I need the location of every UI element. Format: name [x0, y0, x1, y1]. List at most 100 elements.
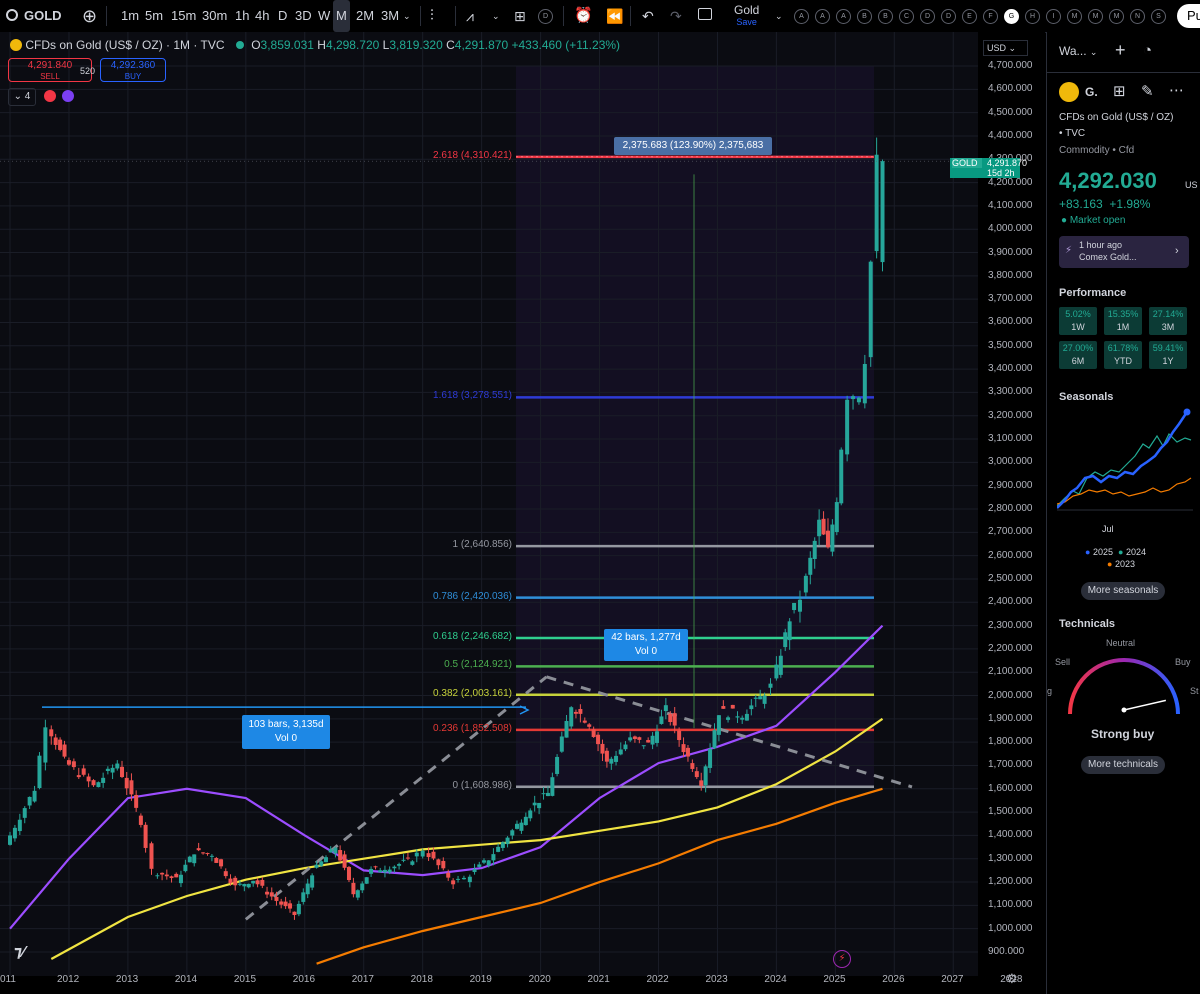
- interval-d[interactable]: D: [275, 0, 290, 32]
- interval-1h[interactable]: 1h: [232, 0, 252, 32]
- grid-icon[interactable]: ⊞: [1113, 82, 1126, 100]
- more-technicals-button[interactable]: More technicals: [1081, 756, 1165, 774]
- interval-3m[interactable]: 3M: [378, 0, 402, 32]
- ai-assistant-icon[interactable]: [62, 90, 74, 102]
- performance-cell[interactable]: 61.78% YTD: [1104, 341, 1142, 369]
- price-axis-label: 2,100.000: [988, 666, 1033, 678]
- more-options-icon[interactable]: ⋯: [1169, 81, 1184, 99]
- layout-dropdown-icon[interactable]: ⌄: [775, 0, 783, 32]
- watch-symbol-s-icon[interactable]: S: [1151, 9, 1166, 24]
- performance-cell[interactable]: 15.35% 1M: [1104, 307, 1142, 335]
- alert-flag-icon[interactable]: [44, 90, 56, 102]
- interval-15m[interactable]: 15m: [168, 0, 199, 32]
- panel-menu-icon[interactable]: ◔: [1143, 42, 1152, 59]
- indicators-toggle[interactable]: ⌄ 4: [8, 88, 36, 106]
- watch-symbol-d-icon[interactable]: D: [941, 9, 956, 24]
- redo-icon[interactable]: ↷: [670, 0, 682, 32]
- legend-low: 3,819.320: [389, 38, 443, 52]
- price-chart[interactable]: [0, 32, 1045, 994]
- fib-label: 1.618 (3,278.551): [433, 390, 512, 402]
- watch-symbol-b-icon[interactable]: B: [857, 9, 872, 24]
- fullscreen-icon[interactable]: [698, 0, 712, 32]
- watch-symbol-i-icon[interactable]: I: [1046, 9, 1061, 24]
- panel-currency: US: [1185, 180, 1198, 190]
- axis-settings-icon[interactable]: ⚙: [1006, 971, 1018, 987]
- add-symbol-icon[interactable]: +: [1115, 40, 1126, 61]
- candle-body: [86, 776, 91, 782]
- symbol-label: GOLD: [24, 8, 62, 23]
- gauge-pivot: [1121, 707, 1127, 713]
- candle-body: [758, 696, 763, 700]
- measure-left-label: 103 bars, 3,135d Vol 0: [242, 715, 330, 749]
- watch-symbol-h-icon[interactable]: H: [1025, 9, 1040, 24]
- templates-icon[interactable]: ⊞: [514, 0, 526, 32]
- panel-symbol[interactable]: G.: [1085, 85, 1098, 99]
- interval-3d[interactable]: 3D: [292, 0, 315, 32]
- watchlist-selector[interactable]: Wa... ⌄: [1059, 44, 1097, 58]
- symbol-search[interactable]: GOLD: [6, 0, 62, 32]
- interval-1m[interactable]: 1m: [118, 0, 142, 32]
- candle-body: [690, 763, 695, 769]
- candle-body: [817, 519, 822, 537]
- interval-2m[interactable]: 2M: [353, 0, 377, 32]
- chart-area[interactable]: CFDs on Gold (US$ / OZ) · 1M · TVC O3,85…: [0, 32, 1045, 994]
- watch-symbol-b-icon[interactable]: B: [878, 9, 893, 24]
- undo-icon[interactable]: ↶: [642, 0, 654, 32]
- candle-body: [834, 502, 839, 532]
- watch-symbol-n-icon[interactable]: N: [1130, 9, 1145, 24]
- interval-5m[interactable]: 5m: [142, 0, 166, 32]
- watch-symbol-m-icon[interactable]: M: [1088, 9, 1103, 24]
- currency-selector[interactable]: USD ⌄: [983, 40, 1028, 56]
- watch-symbol-e-icon[interactable]: E: [962, 9, 977, 24]
- interval-m[interactable]: M: [333, 0, 350, 32]
- watch-symbol-f-icon[interactable]: F: [983, 9, 998, 24]
- watch-symbol-g-icon[interactable]: G: [1004, 9, 1019, 24]
- gold-logo-icon: [1059, 82, 1079, 102]
- more-seasonals-button[interactable]: More seasonals: [1081, 582, 1165, 600]
- candle-body: [792, 602, 797, 611]
- performance-cell[interactable]: 27.00% 6M: [1059, 341, 1097, 369]
- chart-legend: CFDs on Gold (US$ / OZ) · 1M · TVC O3,85…: [10, 38, 620, 52]
- sell-price: 4,291.840: [27, 60, 73, 71]
- fib-label: 1 (2,640.856): [452, 539, 513, 551]
- candle-body: [160, 872, 165, 875]
- indicators-dropdown-icon[interactable]: ⌄: [492, 0, 500, 32]
- alert-icon[interactable]: ⏰: [574, 0, 593, 32]
- publish-button[interactable]: Pul: [1177, 4, 1200, 28]
- interval-30m[interactable]: 30m: [199, 0, 230, 32]
- chart-type-icon[interactable]: ⫶: [430, 0, 434, 32]
- lightning-icon[interactable]: ⚡: [833, 950, 851, 968]
- watch-symbol-a-icon[interactable]: A: [836, 9, 851, 24]
- candle-body: [555, 756, 560, 774]
- market-status: ● Market open: [1061, 215, 1126, 226]
- performance-cell[interactable]: 5.02% 1W: [1059, 307, 1097, 335]
- watch-symbol-m-icon[interactable]: M: [1109, 9, 1124, 24]
- price-axis-label: 1,300.000: [988, 852, 1033, 864]
- replay-icon[interactable]: ⏪: [606, 0, 623, 32]
- time-axis-label: 2019: [469, 974, 492, 985]
- interval-dropdown-icon[interactable]: ⌄: [403, 0, 411, 32]
- currency-label: USD: [987, 43, 1007, 53]
- price-axis-label: 3,900.000: [988, 246, 1033, 258]
- candle-body: [668, 713, 673, 723]
- news-card[interactable]: ⚡ 1 hour ago Comex Gold... ›: [1059, 236, 1189, 268]
- watch-symbol-d-icon[interactable]: D: [920, 9, 935, 24]
- more-seasonals-label: More seasonals: [1087, 585, 1159, 596]
- seasonals-chart[interactable]: [1057, 406, 1193, 516]
- watch-symbol-a-icon[interactable]: A: [815, 9, 830, 24]
- compare-symbol-icon[interactable]: ⊕: [82, 0, 97, 32]
- candle-body: [481, 860, 486, 863]
- performance-cell[interactable]: 27.14% 3M: [1149, 307, 1187, 335]
- edit-note-icon[interactable]: ✎: [1141, 82, 1154, 100]
- layout-d-icon[interactable]: D: [538, 9, 553, 24]
- candle-body: [596, 734, 601, 745]
- interval-4h[interactable]: 4h: [252, 0, 272, 32]
- indicators-icon[interactable]: ⩘: [466, 0, 474, 32]
- buy-button[interactable]: 4,292.360 BUY: [100, 58, 166, 82]
- interval-w[interactable]: W: [315, 0, 333, 32]
- candle-body: [58, 739, 63, 750]
- performance-cell[interactable]: 59.41% 1Y: [1149, 341, 1187, 369]
- watch-symbol-a-icon[interactable]: A: [794, 9, 809, 24]
- watch-symbol-c-icon[interactable]: C: [899, 9, 914, 24]
- watch-symbol-m-icon[interactable]: M: [1067, 9, 1082, 24]
